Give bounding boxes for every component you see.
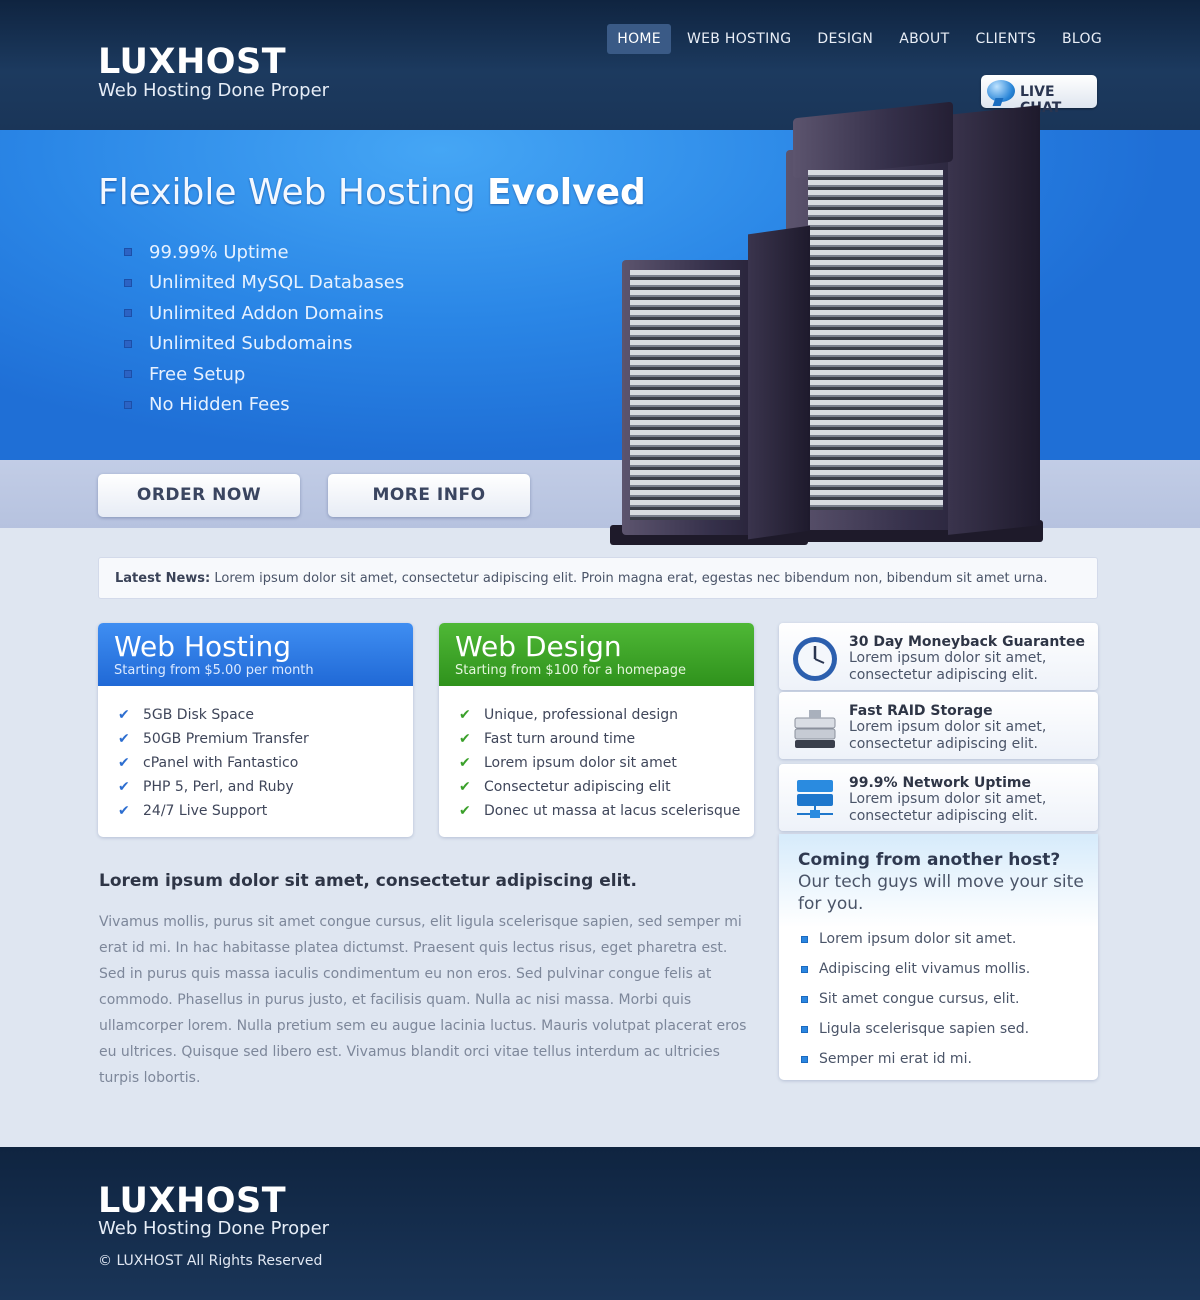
feature-item: No Hidden Fees xyxy=(124,390,404,421)
nav-design[interactable]: DESIGN xyxy=(807,24,883,54)
feature-list: 99.99% Uptime Unlimited MySQL Databases … xyxy=(124,237,404,420)
check-icon: ✔ xyxy=(118,803,130,819)
list-item: Adipiscing elit vivamus mollis. xyxy=(801,954,1030,984)
list-item: Lorem ipsum dolor sit amet. xyxy=(801,924,1030,954)
feature-item: 99.99% Uptime xyxy=(124,237,404,268)
list-item: ✔ 50GB Premium Transfer xyxy=(118,731,309,747)
list-item: ✔ 24/7 Live Support xyxy=(118,803,268,819)
check-icon: ✔ xyxy=(118,731,130,747)
bullet-icon xyxy=(124,339,132,348)
raid-storage-box: Fast RAID Storage Lorem ipsum dolor sit … xyxy=(779,692,1098,759)
list-item: Ligula scelerisque sapien sed. xyxy=(801,1014,1030,1044)
nav-clients[interactable]: CLIENTS xyxy=(965,24,1046,54)
migration-box: Coming from another host? Our tech guys … xyxy=(779,834,1098,1080)
card-subtitle: Starting from $100 for a homepage xyxy=(455,663,687,678)
migration-title: Coming from another host? xyxy=(798,850,1061,870)
network-uptime-box: 99.9% Network Uptime Lorem ipsum dolor s… xyxy=(779,764,1098,831)
article-title: Lorem ipsum dolor sit amet, consectetur … xyxy=(99,871,637,891)
footer-tagline: Web Hosting Done Proper xyxy=(98,1218,330,1239)
footer-copyright: © LUXHOST All Rights Reserved xyxy=(98,1253,323,1269)
hard-drive-icon xyxy=(794,710,836,748)
bullet-icon xyxy=(124,309,132,318)
feature-item: Unlimited Addon Domains xyxy=(124,298,404,329)
order-now-button[interactable]: ORDER NOW xyxy=(98,474,300,517)
card-subtitle: Starting from $5.00 per month xyxy=(114,663,314,678)
side-feature-text: Lorem ipsum dolor sit amet, consectetur … xyxy=(849,719,1047,752)
card-header[interactable]: Web Design Starting from $100 for a home… xyxy=(439,623,754,686)
check-icon: ✔ xyxy=(459,803,471,819)
check-icon: ✔ xyxy=(118,707,130,723)
check-icon: ✔ xyxy=(459,779,471,795)
bullet-icon xyxy=(801,935,808,943)
card-title: Web Design xyxy=(455,630,622,663)
bullet-icon xyxy=(124,400,132,409)
nav-blog[interactable]: BLOG xyxy=(1052,24,1112,54)
migration-list: Lorem ipsum dolor sit amet. Adipiscing e… xyxy=(801,924,1030,1074)
list-item: ✔ Donec ut massa at lacus scelerisque xyxy=(459,803,741,819)
moneyback-guarantee-box: 30 Day Moneyback Guarantee Lorem ipsum d… xyxy=(779,623,1098,690)
bullet-icon xyxy=(124,370,132,379)
server-panel xyxy=(808,170,943,510)
list-item: ✔ Lorem ipsum dolor sit amet xyxy=(459,755,677,771)
server-illustration xyxy=(608,100,1048,552)
feature-item: Free Setup xyxy=(124,359,404,390)
list-item: ✔ PHP 5, Perl, and Ruby xyxy=(118,779,294,795)
list-item: ✔ 5GB Disk Space xyxy=(118,707,254,723)
card-feature-list: ✔ Unique, professional design ✔ Fast turn … xyxy=(439,686,754,823)
bullet-icon xyxy=(124,278,132,287)
web-design-card: Web Design Starting from $100 for a home… xyxy=(439,623,754,837)
bullet-icon xyxy=(801,1025,808,1033)
feature-item: Unlimited MySQL Databases xyxy=(124,268,404,299)
hero-title: Flexible Web Hosting Evolved xyxy=(98,172,646,213)
check-icon: ✔ xyxy=(118,779,130,795)
side-feature-title: Fast RAID Storage xyxy=(849,703,993,719)
list-item: ✔ Fast turn around time xyxy=(459,731,636,747)
list-item: ✔ Consectetur adipiscing elit xyxy=(459,779,671,795)
bullet-icon xyxy=(801,995,808,1003)
side-feature-text: Lorem ipsum dolor sit amet, consectetur … xyxy=(849,650,1047,683)
side-feature-text: Lorem ipsum dolor sit amet, consectetur … xyxy=(849,791,1047,824)
main-nav: HOME WEB HOSTING DESIGN ABOUT CLIENTS BL… xyxy=(607,24,1112,54)
more-info-button[interactable]: MORE INFO xyxy=(328,474,530,517)
nav-about[interactable]: ABOUT xyxy=(889,24,959,54)
chat-bubble-icon xyxy=(987,80,1015,102)
list-item: Semper mi erat id mi. xyxy=(801,1044,1030,1074)
card-title: Web Hosting xyxy=(114,630,291,663)
server-rack-side xyxy=(948,105,1040,535)
footer-logo: LUXHOST xyxy=(98,1181,287,1221)
list-item: ✔ cPanel with Fantastico xyxy=(118,755,299,771)
check-icon: ✔ xyxy=(118,755,130,771)
article-body: Vivamus mollis, purus sit amet congue cu… xyxy=(99,914,747,1086)
server-panel xyxy=(630,270,740,520)
check-icon: ✔ xyxy=(459,731,471,747)
card-feature-list: ✔ 5GB Disk Space ✔ 50GB Premium Transfer ✔… xyxy=(98,686,413,823)
bullet-icon xyxy=(801,965,808,973)
logo-tagline: Web Hosting Done Proper xyxy=(98,80,330,101)
hero-title-plain: Flexible Web Hosting xyxy=(98,172,476,213)
card-header[interactable]: Web Hosting Starting from $5.00 per mont… xyxy=(98,623,413,686)
list-item: Sit amet congue cursus, elit. xyxy=(801,984,1030,1014)
migration-subtitle: Our tech guys will move your site for yo… xyxy=(798,872,1084,914)
check-icon: ✔ xyxy=(459,707,471,723)
nav-home[interactable]: HOME xyxy=(607,24,671,54)
latest-news-bar: Latest News: Lorem ipsum dolor sit amet,… xyxy=(98,557,1098,599)
bullet-icon xyxy=(801,1055,808,1063)
side-feature-title: 30 Day Moneyback Guarantee xyxy=(849,634,1085,650)
nav-web-hosting[interactable]: WEB HOSTING xyxy=(677,24,801,54)
side-feature-title: 99.9% Network Uptime xyxy=(849,775,1031,791)
logo[interactable]: LUXHOST xyxy=(98,42,286,82)
clock-icon xyxy=(793,637,837,681)
network-icon xyxy=(797,780,833,818)
web-hosting-card: Web Hosting Starting from $5.00 per mont… xyxy=(98,623,413,837)
check-icon: ✔ xyxy=(459,755,471,771)
feature-item: Unlimited Subdomains xyxy=(124,329,404,360)
server-rack-side xyxy=(748,225,810,540)
list-item: ✔ Unique, professional design xyxy=(459,707,679,723)
news-text: Lorem ipsum dolor sit amet, consectetur … xyxy=(214,571,1048,586)
news-label: Latest News: xyxy=(115,571,211,586)
bullet-icon xyxy=(124,248,132,257)
